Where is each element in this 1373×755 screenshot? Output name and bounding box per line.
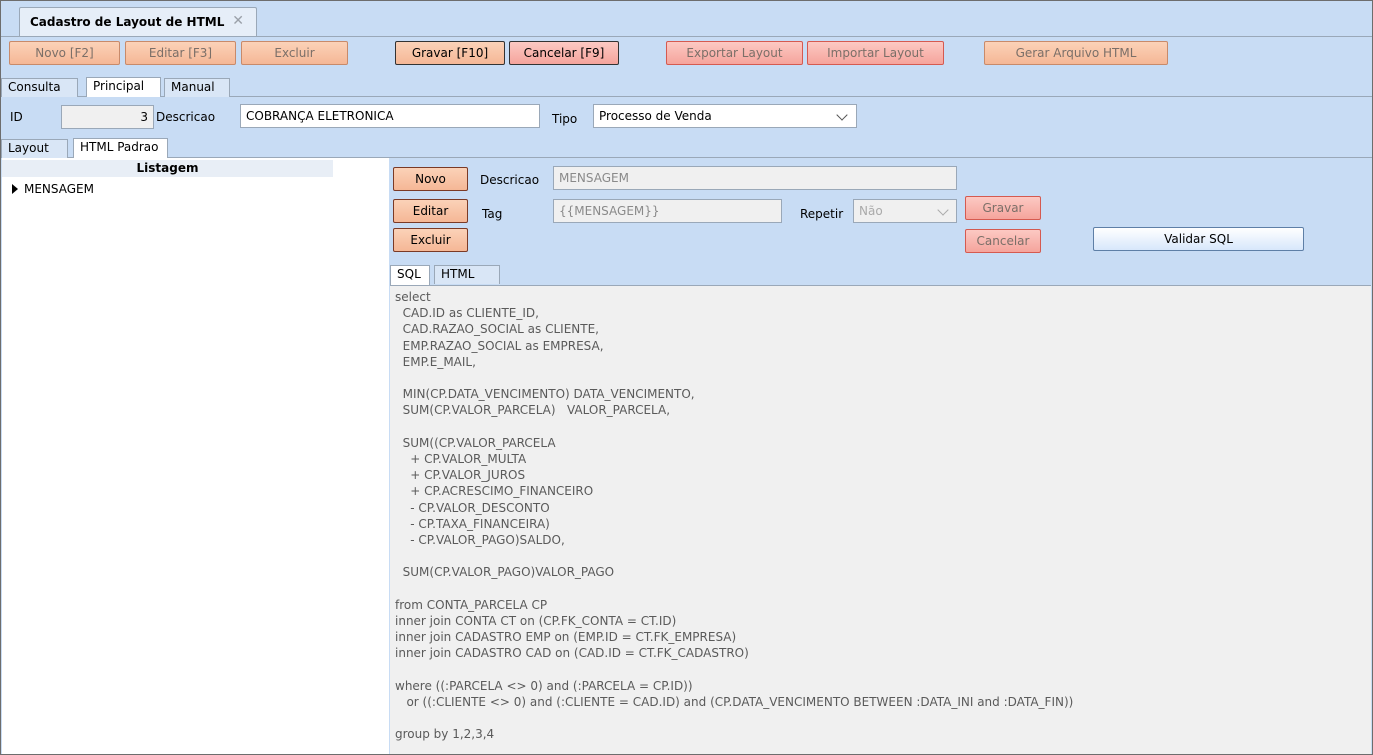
- item-descricao-field[interactable]: MENSAGEM: [553, 166, 957, 190]
- item-excluir-button[interactable]: Excluir: [393, 228, 468, 252]
- importar-layout-button[interactable]: Importar Layout: [807, 41, 944, 65]
- item-editar-button[interactable]: Editar: [393, 199, 468, 223]
- item-cancelar-button[interactable]: Cancelar: [965, 229, 1041, 253]
- id-label: ID: [10, 110, 23, 124]
- descricao-label: Descricao: [156, 110, 216, 124]
- item-tag-label: Tag: [482, 207, 503, 221]
- repetir-select[interactable]: Não: [853, 199, 957, 223]
- exportar-layout-button[interactable]: Exportar Layout: [666, 41, 803, 65]
- tab-layout[interactable]: Layout: [1, 139, 68, 158]
- list-item-label: MENSAGEM: [24, 182, 94, 196]
- document-tab-title: Cadastro de Layout de HTML: [30, 15, 225, 29]
- tab-principal[interactable]: Principal: [86, 77, 161, 97]
- list-item[interactable]: MENSAGEM: [2, 180, 333, 198]
- tipo-label: Tipo: [552, 112, 578, 126]
- item-descricao-label: Descricao: [480, 173, 540, 187]
- listagem-panel: Listagem MENSAGEM: [2, 158, 389, 754]
- gravar-button[interactable]: Gravar [F10]: [395, 41, 505, 65]
- chevron-down-icon: [937, 204, 949, 216]
- document-tab[interactable]: Cadastro de Layout de HTML ✕: [19, 7, 257, 37]
- tab-divider: [1, 36, 1372, 37]
- novo-button[interactable]: Novo [F2]: [9, 41, 120, 65]
- tab-html-padrao[interactable]: HTML Padrao: [73, 138, 168, 158]
- repetir-select-value: Não: [859, 204, 883, 218]
- tab-consulta[interactable]: Consulta: [1, 78, 78, 97]
- chevron-down-icon: [836, 109, 848, 121]
- item-gravar-button[interactable]: Gravar: [965, 196, 1041, 220]
- editar-button[interactable]: Editar [F3]: [125, 41, 236, 65]
- tab-sql[interactable]: SQL: [390, 265, 430, 285]
- validar-sql-button[interactable]: Validar SQL: [1093, 227, 1304, 251]
- repetir-label: Repetir: [800, 207, 844, 221]
- item-tag-field[interactable]: {{MENSAGEM}}: [553, 199, 782, 223]
- gerar-arquivo-html-button[interactable]: Gerar Arquivo HTML: [984, 41, 1168, 65]
- tab-manual[interactable]: Manual: [164, 78, 230, 97]
- tipo-select-value: Processo de Venda: [599, 109, 712, 123]
- id-field[interactable]: 3: [61, 105, 154, 129]
- row-indicator-icon: [12, 184, 18, 194]
- listagem-header: Listagem: [2, 160, 333, 177]
- tipo-select[interactable]: Processo de Venda: [593, 104, 857, 128]
- cancelar-button[interactable]: Cancelar [F9]: [509, 41, 619, 65]
- app-window: Cadastro de Layout de HTML ✕ Novo [F2] E…: [0, 0, 1373, 755]
- sql-editor[interactable]: select CAD.ID as CLIENTE_ID, CAD.RAZAO_S…: [390, 285, 1371, 754]
- item-novo-button[interactable]: Novo: [393, 167, 468, 191]
- close-icon[interactable]: ✕: [232, 13, 244, 29]
- descricao-field[interactable]: COBRANÇA ELETRONICA: [240, 104, 540, 128]
- tab-html[interactable]: HTML: [434, 265, 500, 284]
- excluir-button[interactable]: Excluir: [241, 41, 348, 65]
